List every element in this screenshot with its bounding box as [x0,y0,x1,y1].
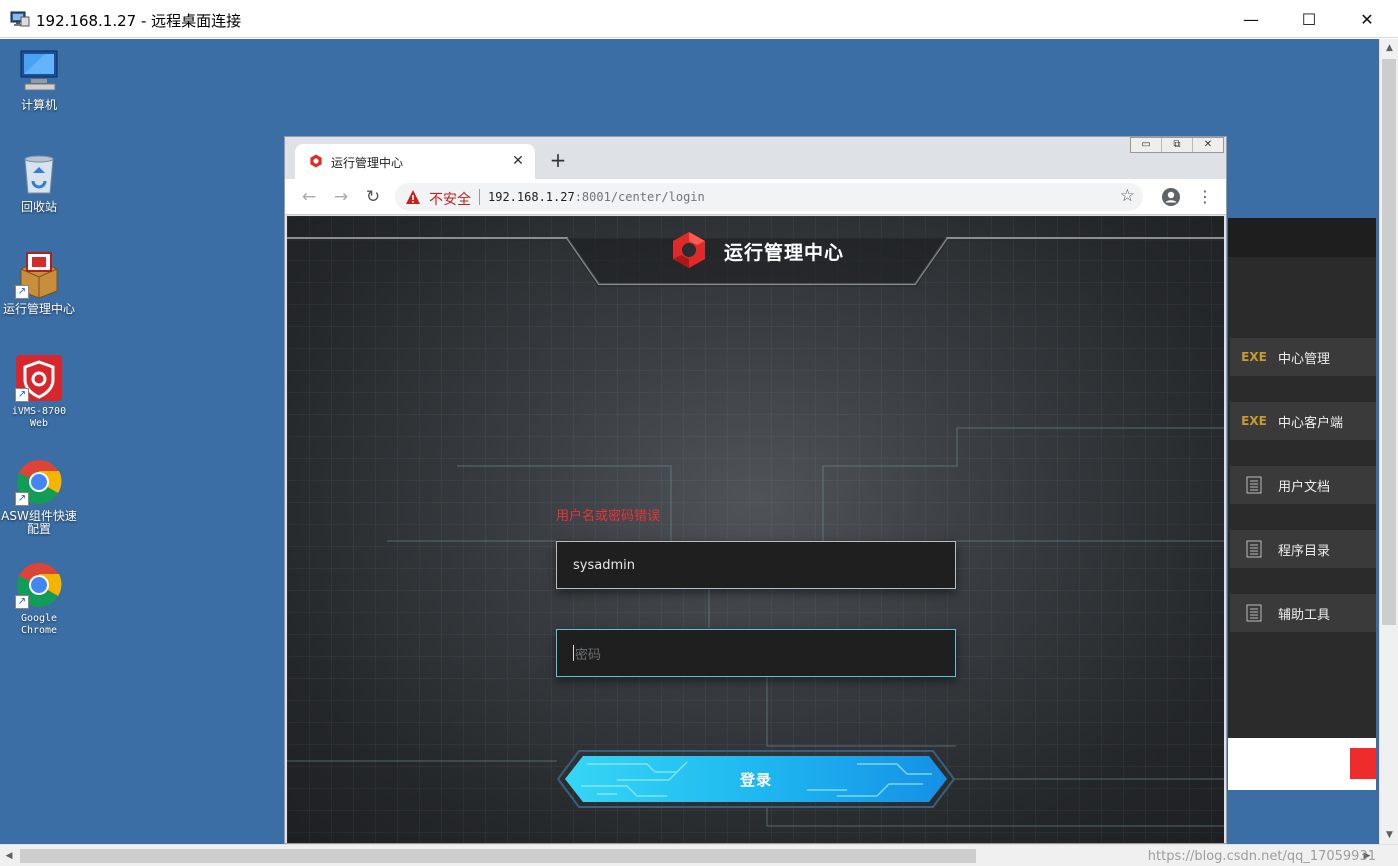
vertical-scrollbar[interactable]: ▲ ▼ [1379,39,1398,844]
remote-desktop-icon [10,11,30,27]
reload-button[interactable]: ↻ [361,185,385,209]
desktop-icon-recycle-bin[interactable]: 回收站 [0,149,78,214]
panel-red-button[interactable] [1350,748,1376,779]
shortcut-arrow-icon: ↗ [15,388,29,402]
omnibox-divider [479,189,480,205]
login-error-message: 用户名或密码错误 [556,509,661,524]
browser-minimize-button[interactable]: ▭ [1131,138,1161,152]
panel-item-label: 辅助工具 [1278,607,1331,623]
panel-item-user-docs[interactable]: 用户文档 [1230,466,1376,504]
document-icon [1246,604,1262,622]
window-title: 192.168.1.27 - 远程桌面连接 [36,12,242,30]
document-icon [1246,476,1262,494]
desktop-icon-ivms[interactable]: ↗ iVMS-8700 Web [0,354,78,430]
desktop-icon-computer[interactable]: 计算机 [0,47,78,112]
tab-strip: 运行管理中心 ✕ + ▭ ⧉ ✕ [285,137,1226,179]
tab-close-icon[interactable]: ✕ [509,152,527,170]
url-text: 192.168.1.27:8001/center/login [488,190,705,204]
tab-ops-center[interactable]: 运行管理中心 ✕ [295,144,535,179]
password-placeholder: 密码 [575,647,602,663]
login-page: 运行管理中心 用户名或密码错误 sysadmin 密码 登录 [287,216,1224,843]
maximize-button[interactable]: ☐ [1280,0,1338,38]
close-button[interactable]: ✕ [1338,0,1396,38]
horizontal-scroll-thumb[interactable] [20,849,976,863]
panel-item-label: 用户文档 [1278,479,1331,495]
ops-center-logo-icon [673,232,705,268]
scroll-left-arrow-icon[interactable]: ◀ [0,845,18,866]
forward-button[interactable]: → [329,185,353,209]
warning-icon [406,190,420,204]
desktop-icon-label: 运行管理中心 [2,302,75,316]
shortcut-arrow-icon: ↗ [15,492,29,506]
password-input[interactable]: 密码 [556,629,956,677]
panel-item-center-client[interactable]: EXE 中心客户端 [1230,402,1376,440]
exe-badge: EXE [1241,350,1267,364]
rdp-titlebar: 192.168.1.27 - 远程桌面连接 — ☐ ✕ [0,0,1398,38]
shortcut-arrow-icon: ↗ [15,595,29,609]
browser-window-controls: ▭ ⧉ ✕ [1130,137,1224,153]
background-app-panel: EXE 中心管理 EXE 中心客户端 用户文档 程序目录 辅助工具 [1228,218,1376,790]
security-label[interactable]: 不安全 [429,189,471,209]
browser-menu-icon[interactable]: ⋮ [1197,187,1213,206]
username-value: sysadmin [573,557,635,573]
recycle-bin-icon [24,155,54,194]
computer-icon [20,50,58,91]
page-title: 运行管理中心 [724,242,845,264]
panel-item-program-dir[interactable]: 程序目录 [1230,530,1376,568]
desktop-icon-label: iVMS-8700 Web [11,406,67,429]
favicon-icon [310,154,322,168]
panel-item-center-admin[interactable]: EXE 中心管理 [1230,338,1376,376]
desktop-icon-asw-config[interactable]: ↗ ASW组件快速配置 [0,458,78,536]
account-icon[interactable] [1161,187,1181,207]
exe-badge: EXE [1241,414,1267,428]
new-tab-button[interactable]: + [547,149,569,171]
url-host: 192.168.1.27 [488,190,575,204]
scroll-up-arrow-icon[interactable]: ▲ [1380,39,1398,57]
browser-close-button[interactable]: ✕ [1192,138,1223,152]
desktop-icon-label: Google Chrome [20,613,58,636]
back-button[interactable]: ← [297,185,321,209]
document-icon [1246,540,1262,558]
browser-window: 运行管理中心 ✕ + ▭ ⧉ ✕ ← → ↻ 不安全 192.168.1.27:… [284,136,1227,844]
desktop-icon-ops-center[interactable]: ↗ 运行管理中心 [0,251,78,316]
browser-restore-button[interactable]: ⧉ [1161,138,1192,152]
browser-toolbar: ← → ↻ 不安全 192.168.1.27:8001/center/login… [285,179,1226,215]
watermark-text: https://blog.csdn.net/qq_17059931 [1147,849,1376,864]
bookmark-star-icon[interactable]: ☆ [1120,186,1135,206]
desktop-icon-label: 计算机 [20,98,57,112]
minimize-button[interactable]: — [1222,0,1280,38]
username-input[interactable]: sysadmin [556,541,956,589]
desktop-icon-label: 回收站 [20,200,57,214]
text-caret [573,645,574,661]
shortcut-arrow-icon: ↗ [15,285,29,299]
tab-title: 运行管理中心 [331,156,404,170]
scroll-down-arrow-icon[interactable]: ▼ [1380,826,1398,844]
panel-item-tools[interactable]: 辅助工具 [1230,594,1376,632]
login-button[interactable]: 登录 [557,750,955,808]
panel-item-label: 中心客户端 [1278,415,1344,431]
url-path: :8001/center/login [574,190,705,204]
address-bar[interactable]: 不安全 192.168.1.27:8001/center/login ☆ [395,183,1143,211]
vertical-scroll-thumb[interactable] [1382,59,1396,625]
panel-topbar [1228,218,1376,257]
panel-item-label: 中心管理 [1278,351,1331,367]
desktop-icon-chrome[interactable]: ↗ Google Chrome [0,561,78,637]
panel-item-label: 程序目录 [1278,543,1331,559]
desktop-icon-label: ASW组件快速配置 [1,509,77,536]
